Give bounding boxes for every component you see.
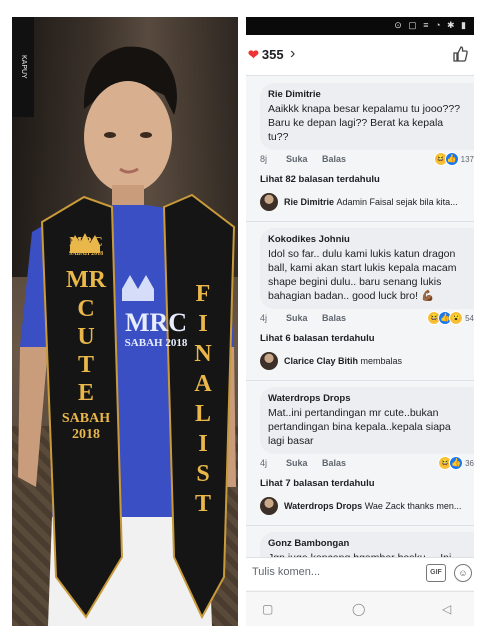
gif-button[interactable]: GIF	[426, 564, 446, 582]
like-button[interactable]: Suka	[286, 458, 308, 468]
android-nav-bar: ▢ ◯ ◁	[246, 591, 474, 626]
recent-apps-icon[interactable]: ▢	[262, 602, 273, 616]
reply-button[interactable]: Balas	[322, 154, 346, 164]
comment-reactions[interactable]: 😆 👍 36	[438, 456, 474, 470]
reaction-count-value: 355	[261, 47, 284, 62]
reply-snippet: Wae Zack thanks men...	[364, 501, 462, 511]
comment-time: 4j	[260, 313, 268, 323]
comment-feed: Rie Dimitrie Aaikkk knapa besar kepalamu…	[246, 77, 474, 571]
like-reaction-icon: 👍	[444, 152, 459, 166]
reply-snippet: membalas	[360, 356, 403, 366]
sash-cute: CUTE	[77, 296, 95, 406]
reaction-count[interactable]: ❤ 355	[248, 47, 284, 63]
reply-author: Rie Dimitrie Adamin Faisal sejak bila ki…	[284, 197, 458, 207]
back-icon[interactable]: ◁	[442, 602, 451, 616]
wow-reaction-icon: 😮	[449, 311, 464, 325]
status-icons: ⊙ ▢ ≡ ◔ ✱ ▮	[394, 20, 468, 30]
reaction-count: 137	[460, 154, 474, 164]
view-previous-replies[interactable]: Lihat 6 balasan terdahulu	[260, 333, 474, 344]
sash-mrc: MRC	[69, 235, 103, 250]
reply-button[interactable]: Balas	[322, 313, 346, 323]
view-previous-replies[interactable]: Lihat 7 balasan terdahulu	[260, 478, 474, 489]
divider	[246, 221, 474, 222]
reaction-count: 54	[465, 313, 474, 323]
sash-finalist: FINALIST	[194, 281, 212, 517]
divider	[246, 525, 474, 526]
comment-author[interactable]: Gonz Bambongan	[268, 538, 466, 549]
comment-reactions[interactable]: 😆 👍 😮 54	[427, 311, 474, 325]
comment-author[interactable]: Rie Dimitrie	[268, 89, 466, 100]
reactions-header[interactable]: ❤ 355 ›	[246, 35, 474, 76]
comment-text: Mat..ini pertandingan mr cute..bukan per…	[268, 407, 451, 447]
comment-meta: 4j Suka Balas 😆 👍 😮 54	[260, 309, 474, 327]
sash-left-text: MRC SABAH 2018 MR CUTE SABAH 2018	[52, 235, 120, 443]
comment-input[interactable]: Tulis komen...	[252, 566, 320, 578]
avatar[interactable]	[260, 352, 278, 370]
thumbs-up-icon[interactable]	[452, 45, 468, 63]
comment-composer: Tulis komen... GIF ☺	[246, 557, 474, 590]
emoji-icon[interactable]: ☺	[454, 564, 472, 582]
comment-text: Idol so far.. dulu kami lukis katun drag…	[268, 248, 457, 302]
sash-sabah: SABAH	[61, 411, 111, 426]
comment-bubble[interactable]: Rie Dimitrie Aaikkk knapa besar kepalamu…	[260, 83, 474, 150]
comment-meta: 8j Suka Balas 😆 👍 137	[260, 150, 474, 168]
avatar[interactable]	[260, 193, 278, 211]
comment-text: Aaikkk knapa besar kepalamu tu jooo??? B…	[268, 103, 461, 143]
reply-author: Waterdrops Drops Wae Zack thanks men...	[284, 501, 461, 511]
comment-bubble[interactable]: Waterdrops Drops Mat..ini pertandingan m…	[260, 387, 474, 454]
reply-button[interactable]: Balas	[322, 458, 346, 468]
reply-author-name: Clarice Clay Bitih	[284, 356, 359, 366]
chevron-right-icon[interactable]: ›	[290, 45, 295, 63]
like-button[interactable]: Suka	[286, 154, 308, 164]
comment-meta: 4j Suka Balas 😆 👍 36	[260, 454, 474, 472]
reply-author: Clarice Clay Bitih membalas	[284, 356, 402, 366]
reply-preview[interactable]: Waterdrops Drops Wae Zack thanks men...	[260, 495, 474, 521]
shirt-logo-sabah: SABAH 2018	[124, 337, 188, 349]
reply-snippet: Adamin Faisal sejak bila kita...	[336, 197, 458, 207]
reply-preview[interactable]: Rie Dimitrie Adamin Faisal sejak bila ki…	[260, 191, 474, 217]
heart-icon: ❤	[248, 47, 259, 62]
like-button[interactable]: Suka	[286, 313, 308, 323]
comment-author[interactable]: Waterdrops Drops	[268, 393, 466, 404]
comment-time: 8j	[260, 154, 268, 164]
sash-year: 2018	[72, 427, 100, 442]
comment-time: 4j	[260, 458, 268, 468]
reply-author-name: Waterdrops Drops	[284, 501, 363, 511]
avatar[interactable]	[260, 497, 278, 515]
facebook-comments-screen: ⊙ ▢ ≡ ◔ ✱ ▮ ❤ 355 › Rie Dimitrie Aaikkk k…	[246, 17, 474, 626]
comment-author[interactable]: Kokodikes Johniu	[268, 234, 466, 245]
home-icon[interactable]: ◯	[352, 602, 365, 616]
view-previous-replies[interactable]: Lihat 82 balasan terdahulu	[260, 174, 474, 185]
sash-mr: MR	[66, 267, 106, 293]
comment-bubble[interactable]: Kokodikes Johniu Idol so far.. dulu kami…	[260, 228, 474, 309]
reply-author-name: Rie Dimitrie	[284, 197, 335, 207]
shirt-logo: MRC SABAH 2018	[116, 308, 196, 350]
status-bar: ⊙ ▢ ≡ ◔ ✱ ▮	[246, 17, 474, 35]
shirt-logo-mrc: MRC	[124, 308, 188, 337]
divider	[246, 380, 474, 381]
reply-preview[interactable]: Clarice Clay Bitih membalas	[260, 350, 474, 376]
reaction-count: 36	[465, 458, 474, 468]
comment-reactions[interactable]: 😆 👍 137	[433, 152, 474, 166]
sash-sabah-small: SABAH 2018	[68, 251, 104, 257]
like-reaction-icon: 👍	[449, 456, 464, 470]
contestant-photo: KAPUY MRC SABAH 2018 MR CUTE SABAH 2018 …	[12, 17, 238, 626]
